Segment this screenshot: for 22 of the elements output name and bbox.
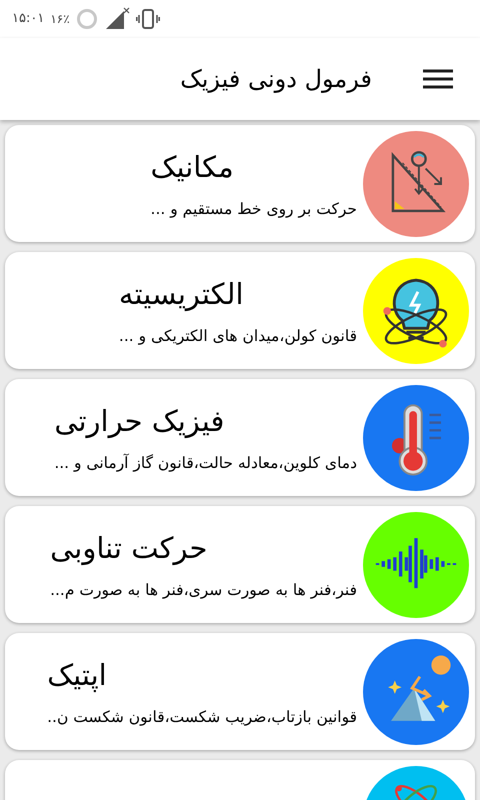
topic-description: قانون کولن،میدان های الکتریکی و ... — [118, 326, 357, 346]
topic-description: دمای کلوین،معادله حالت،قانون گاز آرمانی و ... — [54, 452, 357, 472]
vibrate-icon — [136, 9, 160, 29]
topic-description: فنر،فنر ها به صورت سری،فنر ها به صورت م... — [50, 580, 357, 600]
topic-title: حرکت تناوبی — [50, 530, 208, 566]
topic-card[interactable]: الکتریسیته قانون کولن،میدان های الکتریکی و ... — [5, 252, 475, 369]
loading-ring-icon — [76, 8, 98, 30]
battery-percent: ۱۶٪ — [50, 11, 70, 28]
topic-title: فیزیک حرارتی — [54, 402, 224, 438]
topic-card[interactable]: حرکت تناوبی فنر،فنر ها به صورت سری،فنر ها به صورت م... — [5, 506, 475, 623]
app-title: فرمول دونی فیزیک — [180, 64, 372, 95]
topic-description: قوانین بازتاب،ضریب شکست،قانون شکست ن.. — [47, 706, 357, 726]
topic-card[interactable]: مکانیک حرکت بر روی خط مستقیم و ... — [5, 125, 475, 242]
topic-title: مکانیک — [150, 148, 234, 184]
topic-title: الکتریسیته — [118, 276, 244, 312]
signal-icon — [104, 7, 130, 31]
topic-card[interactable]: اپتیک قوانین بازتاب،ضریب شکست،قانون شکست ن.. — [5, 633, 475, 750]
topic-title: اپتیک — [47, 656, 107, 692]
status-time: ۱۵:۰۱ — [12, 10, 44, 28]
menu-icon — [423, 68, 453, 90]
topic-description: حرکت بر روی خط مستقیم و ... — [150, 198, 357, 218]
topic-card[interactable]: فیزیک حرارتی دمای کلوین،معادله حالت،قانون گاز آرمانی و ... — [5, 379, 475, 496]
